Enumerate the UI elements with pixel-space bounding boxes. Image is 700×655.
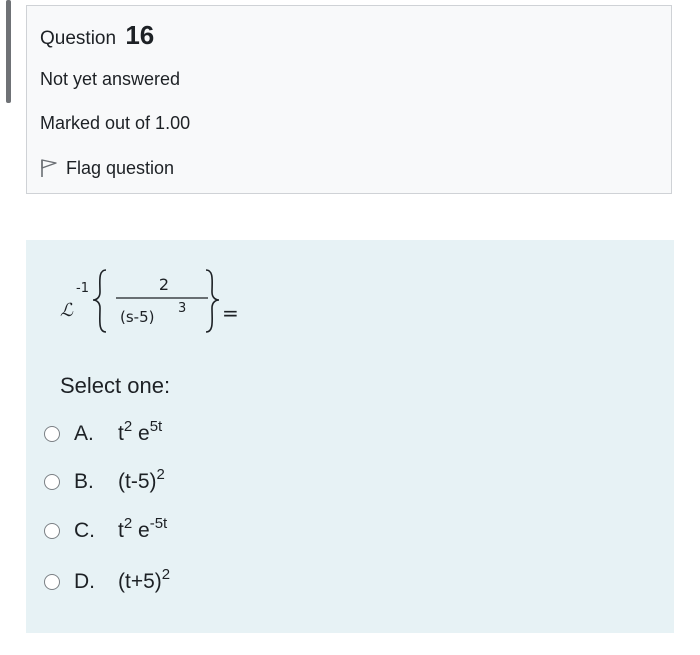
question-title: Question 16 — [40, 20, 154, 54]
left-brace — [92, 269, 107, 333]
radio-button[interactable] — [44, 426, 60, 442]
question-info-panel: Question 16 Not yet answered Marked out … — [26, 5, 672, 194]
denominator: (s-5) — [120, 308, 154, 326]
option-text: (t+5)2 — [118, 566, 171, 593]
question-label: Question — [40, 28, 117, 49]
question-number: 16 — [125, 20, 155, 50]
question-state: Not yet answered — [40, 69, 181, 89]
denominator-exponent: 3 — [178, 301, 186, 316]
answer-option-b[interactable]: B. (t-5)2 — [44, 465, 165, 499]
option-letter: D. — [74, 570, 95, 593]
answer-option-c[interactable]: C. t2 e-5t — [44, 514, 167, 548]
scroll-indicator — [6, 0, 11, 103]
option-text: (t-5)2 — [118, 466, 165, 493]
question-grade: Marked out of 1.00 — [40, 113, 191, 133]
flag-question-link[interactable]: Flag question — [40, 157, 174, 179]
option-letter: C. — [74, 519, 95, 542]
flag-question-label: Flag question — [66, 158, 175, 178]
option-letter: B. — [74, 470, 94, 493]
numerator: 2 — [159, 275, 169, 294]
laplace-operator: ℒ — [60, 300, 74, 321]
answer-option-a[interactable]: A. t2 e5t — [44, 417, 162, 451]
equals-sign: = — [222, 301, 239, 325]
option-text: t2 e5t — [118, 418, 163, 445]
radio-button[interactable] — [44, 523, 60, 539]
laplace-exponent: -1 — [76, 281, 89, 296]
laplace-formula: ℒ -1 2 (s-5) 3 = — [60, 269, 239, 333]
answer-option-d[interactable]: D. (t+5)2 — [44, 565, 170, 599]
option-letter: A. — [74, 422, 94, 445]
select-one-prompt: Select one: — [60, 373, 171, 398]
right-brace — [205, 269, 220, 333]
radio-button[interactable] — [44, 574, 60, 590]
radio-button[interactable] — [44, 474, 60, 490]
option-text: t2 e-5t — [118, 515, 168, 542]
flag-icon — [41, 159, 57, 177]
